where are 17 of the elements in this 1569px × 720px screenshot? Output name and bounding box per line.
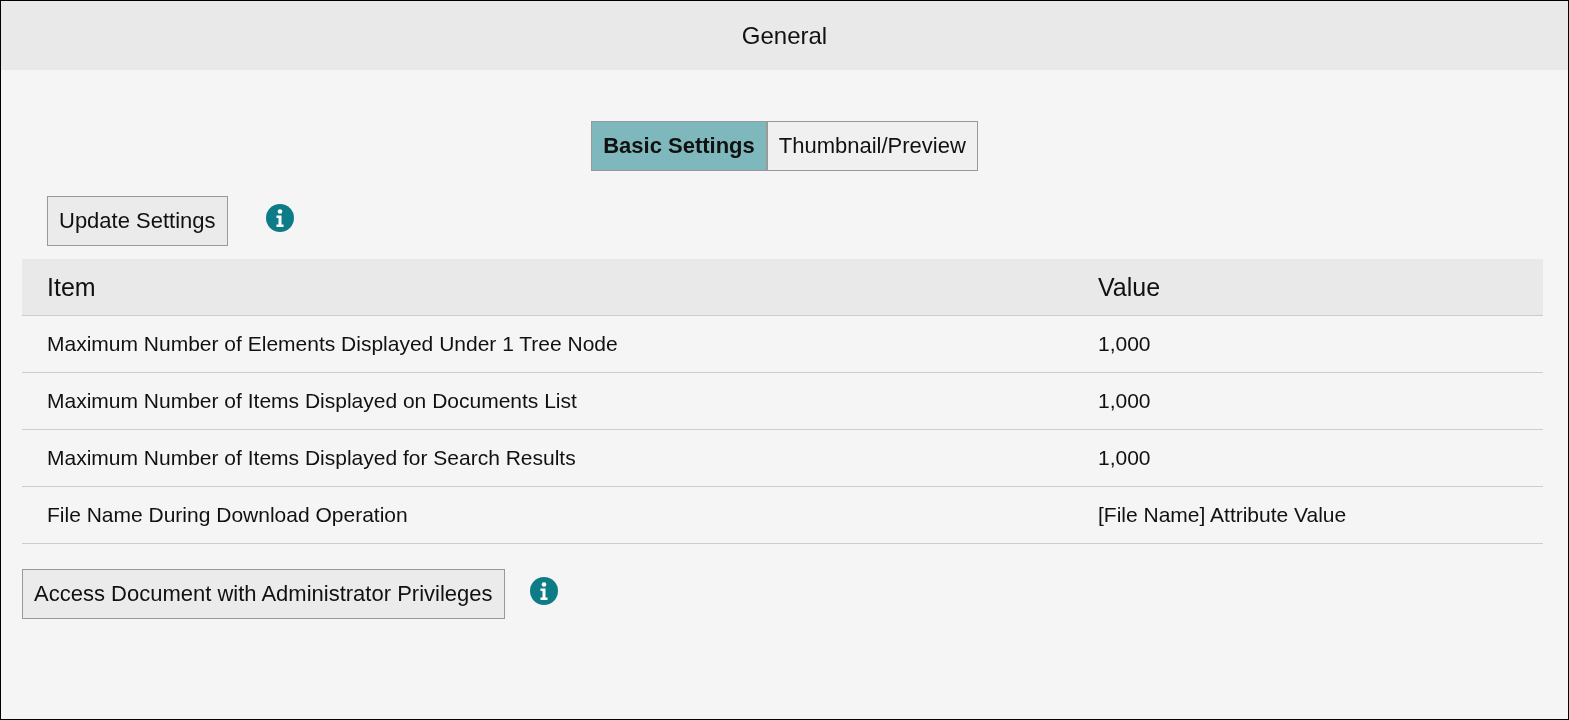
- tab[interactable]: Thumbnail/Preview: [766, 121, 978, 171]
- table-cell: Maximum Number of Items Displayed for Search Results: [22, 429, 1073, 487]
- table-cell: 1,000: [1073, 315, 1543, 373]
- table-cell: 1,000: [1073, 372, 1543, 430]
- table-cell: Maximum Number of Elements Displayed Under 1 Tree Node: [22, 315, 1073, 373]
- info-icon[interactable]: [529, 577, 558, 605]
- update-settings-button[interactable]: Update Settings: [47, 196, 228, 246]
- table-cell: [File Name] Attribute Value: [1073, 486, 1543, 544]
- column-header: Value: [1073, 259, 1543, 316]
- info-icon[interactable]: [265, 204, 294, 232]
- table-cell: File Name During Download Operation: [22, 486, 1073, 544]
- page-title: General: [741, 21, 828, 50]
- admin-access-button[interactable]: Access Document with Administrator Privileges: [22, 569, 505, 619]
- table-cell: Maximum Number of Items Displayed on Documents List: [22, 372, 1073, 430]
- table-cell: 1,000: [1073, 429, 1543, 487]
- tab[interactable]: Basic Settings: [591, 121, 767, 171]
- column-header: Item: [22, 259, 1073, 316]
